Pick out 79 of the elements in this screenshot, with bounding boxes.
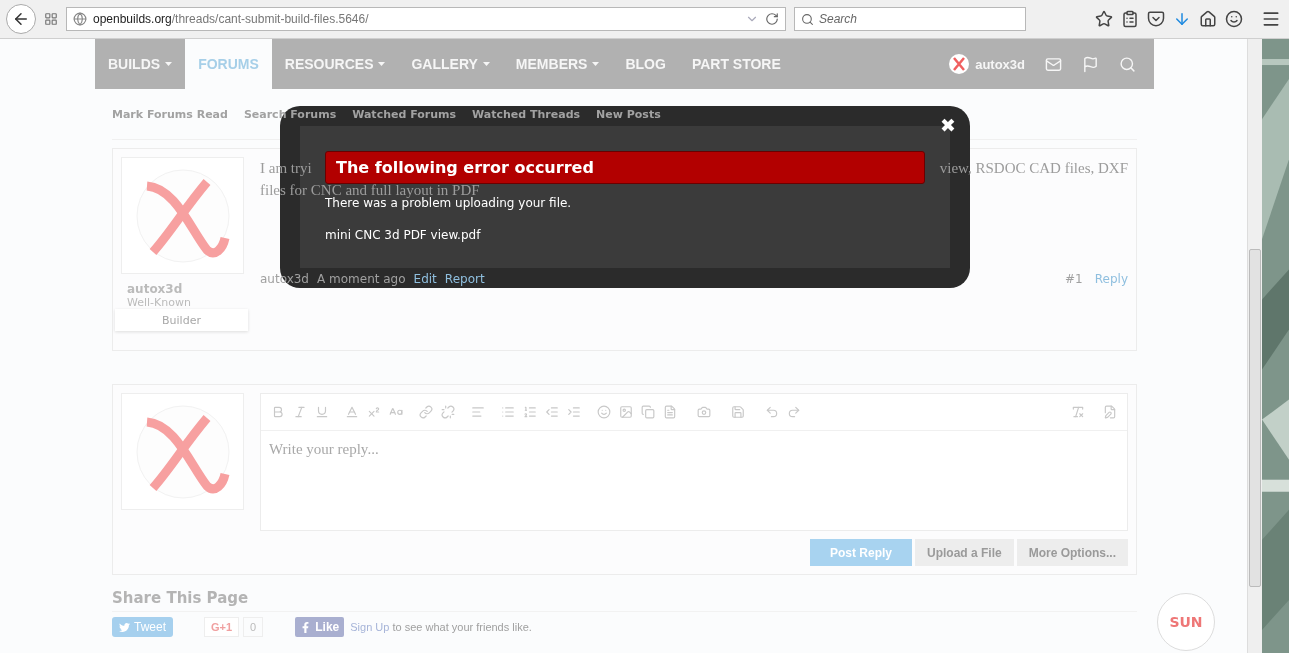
subnav-link[interactable]: Watched Forums xyxy=(352,107,457,121)
bird-icon xyxy=(119,621,130,633)
report-link[interactable]: Report xyxy=(444,272,485,286)
avatar-icon xyxy=(949,54,970,74)
edit-source-icon[interactable] xyxy=(1103,405,1117,419)
undo-icon[interactable] xyxy=(765,405,779,419)
logo-text: SUN xyxy=(1169,614,1203,630)
reply-editor[interactable]: Write your reply... xyxy=(260,393,1128,531)
nav-tab[interactable]: FORUMS xyxy=(185,39,272,89)
template-icon[interactable] xyxy=(663,405,677,419)
clear-format-icon[interactable] xyxy=(1071,405,1085,419)
image-icon[interactable] xyxy=(619,405,633,419)
underline-icon[interactable] xyxy=(315,405,329,419)
align-icon[interactable] xyxy=(471,405,485,419)
like-prompt: Sign Up to see what your friends like. xyxy=(350,621,532,633)
user-menu[interactable]: autox3d xyxy=(939,39,1035,89)
subnav-link[interactable]: New Posts xyxy=(596,107,661,121)
nav-tab[interactable]: BLOG xyxy=(612,39,679,89)
signup-link[interactable]: Sign Up xyxy=(350,621,390,633)
scroll-thumb[interactable] xyxy=(1249,249,1261,587)
reload-icon[interactable] xyxy=(765,12,779,26)
error-title: The following error occurred xyxy=(325,151,925,184)
close-button[interactable]: ✖ xyxy=(940,116,956,135)
action-button[interactable]: Upload a File xyxy=(914,539,1014,566)
reply-link[interactable]: Reply xyxy=(1094,272,1128,286)
smiley-icon[interactable] xyxy=(1225,10,1243,28)
camera-icon[interactable] xyxy=(697,405,711,419)
subnav-link[interactable]: Mark Forums Read xyxy=(112,107,228,121)
globe-icon xyxy=(73,12,87,26)
italic-icon[interactable] xyxy=(293,405,307,419)
menu-icon[interactable] xyxy=(1261,9,1281,29)
subnav-link[interactable]: Search Forums xyxy=(243,107,337,121)
text-color-icon[interactable] xyxy=(345,405,359,419)
action-button[interactable]: More Options... xyxy=(1016,539,1128,566)
url-field[interactable]: openbuilds.org/threads/cant-submit-build-files.5646/ xyxy=(66,7,786,31)
nav-tab[interactable]: PART STORE xyxy=(678,39,794,89)
nav-tab[interactable]: GALLERY xyxy=(398,39,503,89)
redo-icon[interactable] xyxy=(787,405,801,419)
share-count: 0 xyxy=(243,617,264,637)
outdent-icon[interactable] xyxy=(545,405,559,419)
indent-icon[interactable] xyxy=(567,405,581,419)
bullet-list-icon[interactable] xyxy=(501,405,515,419)
media-icon[interactable] xyxy=(641,405,655,419)
post-author[interactable]: autox3d xyxy=(260,272,309,286)
tweet-button[interactable]: Tweet xyxy=(112,617,173,637)
gplus-button[interactable]: G+1 xyxy=(204,617,240,637)
search-field[interactable]: Search xyxy=(794,7,1026,31)
nav-tab[interactable]: RESOURCES xyxy=(271,39,399,89)
numbered-list-icon[interactable] xyxy=(523,405,537,419)
clipboard-icon[interactable] xyxy=(1121,10,1139,28)
reply-field[interactable]: Write your reply... xyxy=(261,431,1127,530)
edit-link[interactable]: Edit xyxy=(413,272,437,286)
star-icon[interactable] xyxy=(1095,10,1113,28)
like-button[interactable]: Like xyxy=(295,617,345,637)
post-time[interactable]: A moment ago xyxy=(317,272,406,286)
font-size-icon[interactable] xyxy=(367,405,381,419)
save-icon[interactable] xyxy=(731,405,745,419)
bold-icon[interactable] xyxy=(271,405,285,419)
tabs-icon[interactable] xyxy=(44,12,58,26)
action-button[interactable]: Post Reply xyxy=(809,539,912,566)
url-text: openbuilds.org/threads/cant-submit-build-files.5646/ xyxy=(93,12,370,26)
scrollbar[interactable] xyxy=(1247,39,1262,653)
nav-tab[interactable]: BUILDS xyxy=(95,39,186,89)
download-icon[interactable] xyxy=(1173,10,1191,28)
unlink-icon[interactable] xyxy=(441,405,455,419)
error-message: There was a problem uploading your file. xyxy=(325,196,573,210)
subnav-link[interactable]: Watched Threads xyxy=(472,107,581,121)
user-badge: Builder xyxy=(115,309,248,331)
link-icon[interactable] xyxy=(419,405,433,419)
search-icon xyxy=(801,12,814,26)
user-title: Well-Known xyxy=(127,296,192,309)
home-icon[interactable] xyxy=(1199,10,1217,28)
nav-tab[interactable]: MEMBERS xyxy=(502,39,613,89)
file-name: mini CNC 3d PDF view.pdf xyxy=(325,228,482,242)
username[interactable]: autox3d xyxy=(127,282,244,296)
pocket-icon[interactable] xyxy=(1147,10,1165,28)
back-button[interactable] xyxy=(6,4,36,34)
share-title: Share This Page xyxy=(112,589,1137,612)
post-number[interactable]: #1 xyxy=(1065,272,1083,286)
